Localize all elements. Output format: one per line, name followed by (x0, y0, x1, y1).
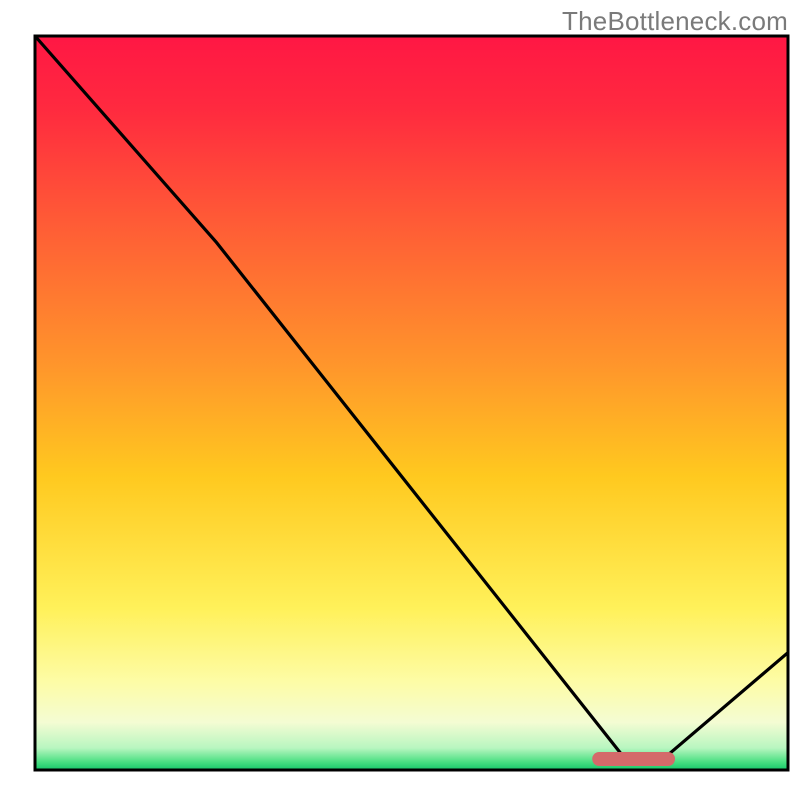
gradient-background (35, 36, 788, 770)
watermark-text: TheBottleneck.com (562, 6, 788, 37)
chart-svg (0, 0, 800, 800)
chart-container: TheBottleneck.com (0, 0, 800, 800)
optimal-range-marker (592, 752, 675, 766)
